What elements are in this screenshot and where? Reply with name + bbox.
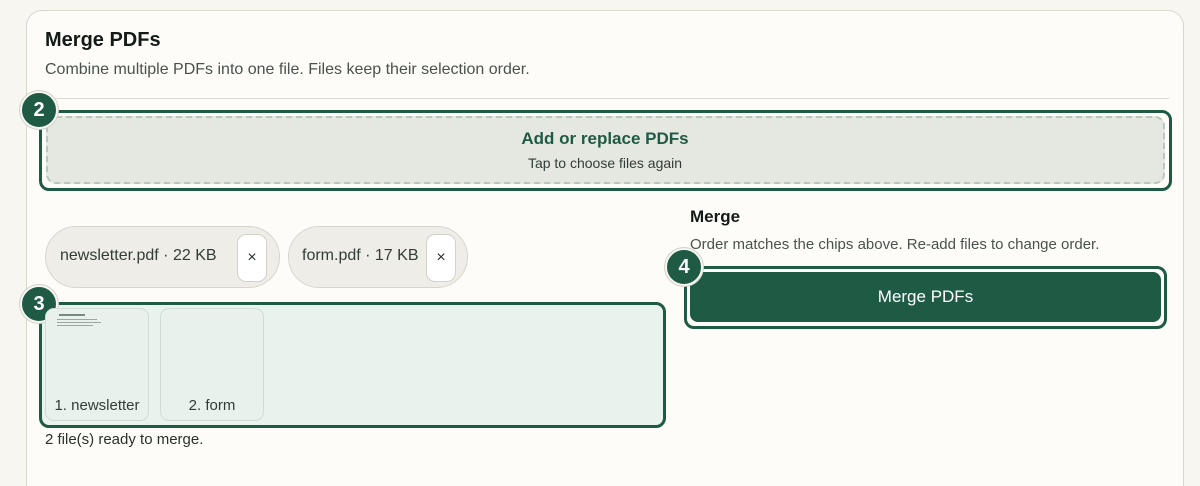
dropzone-title: Add or replace PDFs <box>521 129 689 148</box>
page-preview-icon <box>57 314 101 326</box>
pdf-thumbnail[interactable]: 1. newsletter <box>45 308 149 421</box>
divider <box>45 98 1169 99</box>
thumbnail-label: 1. newsletter <box>54 397 140 414</box>
file-chip: form.pdf · 17 KB × <box>288 226 468 288</box>
dropzone-subtitle: Tap to choose files again <box>527 155 683 171</box>
merge-description: Order matches the chips above. Re-add fi… <box>690 236 1100 253</box>
step-badge-2: 2 <box>20 91 58 129</box>
step-badge-4: 4 <box>665 248 703 286</box>
thumbnail-label: 2. form <box>188 397 236 414</box>
file-dropzone[interactable] <box>46 116 1165 184</box>
file-chip-label: form.pdf · 17 KB <box>302 247 419 264</box>
file-chip-label: newsletter.pdf · 22 KB <box>60 247 217 264</box>
pdf-thumbnail[interactable]: 2. form <box>160 308 264 421</box>
remove-file-button[interactable]: × <box>237 234 267 282</box>
merge-heading: Merge <box>690 207 741 226</box>
status-text: 2 file(s) ready to merge. <box>45 431 204 448</box>
page-title: Merge PDFs <box>45 29 161 51</box>
file-chip: newsletter.pdf · 22 KB × <box>45 226 280 288</box>
remove-file-button[interactable]: × <box>426 234 456 282</box>
page-subtitle: Combine multiple PDFs into one file. Fil… <box>45 61 530 78</box>
merge-pdfs-button[interactable]: Merge PDFs <box>690 272 1161 322</box>
